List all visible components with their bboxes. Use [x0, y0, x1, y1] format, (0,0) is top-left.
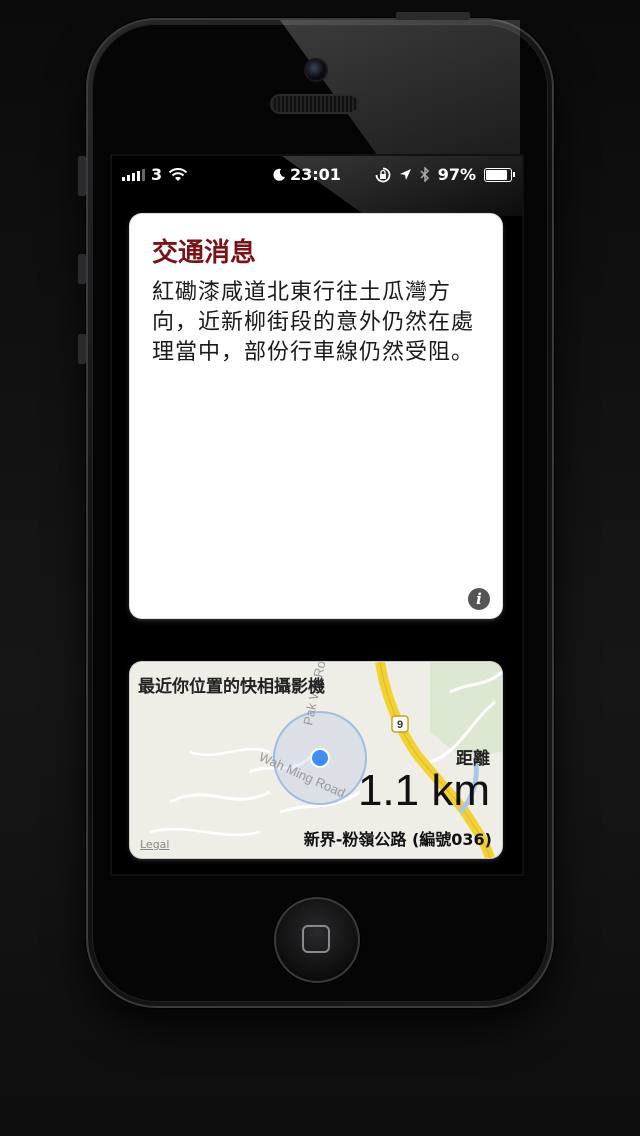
home-square-icon: [302, 925, 330, 953]
wifi-icon: [168, 167, 188, 181]
traffic-news-message: 紅磡漆咸道北東行往土瓜灣方向，近新柳街段的意外仍然在處理當中，部份行車線仍然受阻…: [152, 280, 475, 365]
do-not-disturb-moon-icon: [273, 168, 285, 181]
rotation-lock-icon: [375, 167, 391, 182]
status-center: 23:01: [272, 165, 341, 184]
status-right: 97%: [375, 165, 515, 184]
signal-icon: [122, 168, 145, 181]
map-caption: 最近你位置的快相攝影機: [138, 677, 325, 697]
route-number: 9: [397, 719, 403, 731]
bluetooth-icon: [420, 167, 429, 182]
battery-percent: 97%: [437, 165, 476, 184]
status-bar: 3 23:01 97%: [112, 156, 522, 192]
earpiece-speaker: [272, 96, 358, 112]
carrier-label: 3: [151, 165, 163, 184]
mute-switch: [78, 156, 86, 196]
speed-camera-map-card[interactable]: 9 Wah Ming Road Pak Wo Road 最近你位置的快相攝影機 …: [130, 662, 502, 858]
info-icon[interactable]: i: [468, 588, 490, 610]
status-time: 23:01: [290, 165, 341, 184]
battery-icon: [484, 167, 515, 182]
distance-value: 1.1 km: [357, 766, 490, 815]
volume-down-button: [78, 334, 86, 364]
power-button: [396, 12, 470, 20]
speed-camera-name: 新界-粉嶺公路 (編號036): [303, 830, 492, 849]
battery-fill: [486, 169, 507, 180]
location-arrow-icon: [399, 169, 411, 180]
volume-up-button: [78, 254, 86, 284]
status-left: 3: [122, 165, 188, 184]
current-location-dot: [310, 748, 330, 768]
traffic-news-card[interactable]: 交通消息 紅磡漆咸道北東行往土瓜灣方向，近新柳街段的意外仍然在處理當中，部份行車…: [130, 214, 502, 618]
legal-link[interactable]: Legal: [140, 838, 169, 851]
front-camera: [306, 60, 326, 80]
traffic-news-title: 交通消息: [152, 238, 257, 268]
screen: 3 23:01 97% 交通消息 紅磡漆咸道北東行往土瓜灣方向，近新柳街段的意外…: [112, 156, 522, 874]
home-button[interactable]: [274, 897, 360, 983]
